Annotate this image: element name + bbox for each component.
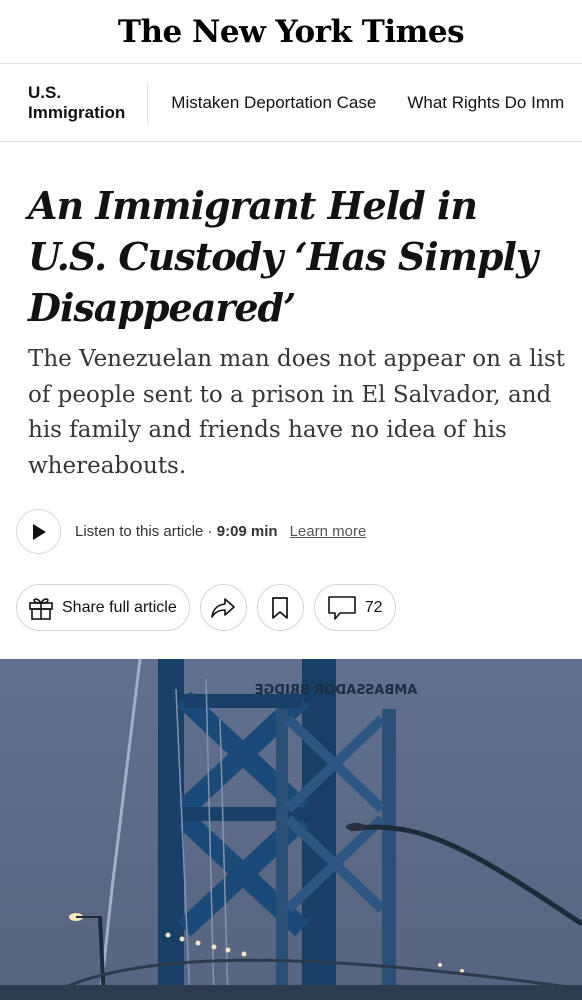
share-full-article-button[interactable]: Share full article: [16, 584, 190, 631]
share-label: Share full article: [62, 598, 177, 616]
bridge-sign: AMBASSADOR BRIDGE: [255, 683, 418, 698]
section-label-line1: U.S.: [28, 82, 62, 102]
learn-more-link[interactable]: Learn more: [290, 523, 367, 540]
audio-player: Listen to this article · 9:09 min Learn …: [16, 509, 366, 554]
comment-icon: [327, 595, 356, 620]
nyt-logo[interactable]: The New York Times: [118, 14, 465, 50]
article-actions: Share full article 72: [16, 584, 396, 631]
section-label[interactable]: U.S. Immigration: [0, 82, 149, 123]
gift-icon: [29, 597, 53, 620]
listen-text: Listen to this article ·: [75, 523, 217, 540]
play-icon: [32, 523, 46, 540]
masthead: The New York Times: [0, 0, 582, 64]
article-headline: An Immigrant Held in U.S. Custody ‘Has S…: [28, 183, 538, 330]
save-button[interactable]: [256, 584, 304, 631]
audio-duration: 9:09 min: [216, 523, 278, 540]
subnav-links: Mistaken Deportation Case What Rights Do…: [148, 93, 564, 113]
bookmark-icon: [272, 596, 289, 619]
comments-button[interactable]: 72: [313, 584, 396, 631]
comment-count: 72: [364, 598, 383, 616]
section-label-line2: Immigration: [28, 102, 126, 122]
section-subnav: U.S. Immigration Mistaken Deportation Ca…: [0, 64, 582, 142]
subnav-link-rights[interactable]: What Rights Do Imm: [407, 93, 564, 113]
subnav-link-deportation-case[interactable]: Mistaken Deportation Case: [171, 93, 376, 113]
share-arrow-icon: [211, 597, 236, 618]
bridge-photo: AMBASSADOR BRIDGE: [0, 659, 582, 1000]
lead-photo: AMBASSADOR BRIDGE: [0, 659, 582, 1000]
play-button[interactable]: [16, 509, 61, 554]
share-button[interactable]: [199, 584, 247, 631]
listen-label: Listen to this article · 9:09 min: [75, 523, 278, 540]
article-summary: The Venezuelan man does not appear on a …: [28, 346, 566, 479]
